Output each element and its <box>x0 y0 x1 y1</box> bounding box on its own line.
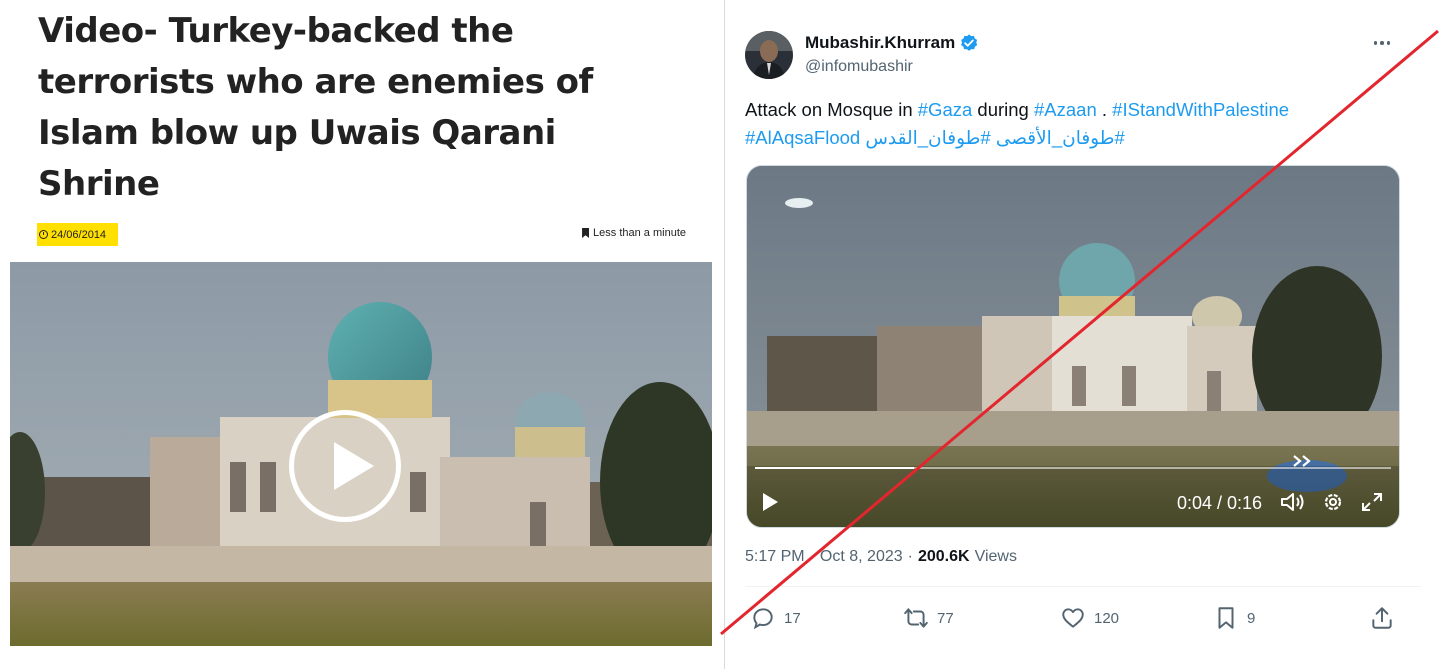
headline-line: Video- Turkey-backed the <box>38 11 514 51</box>
tweet-date[interactable]: Oct 8, 2023 <box>820 548 903 566</box>
article-video-thumbnail[interactable] <box>10 262 712 646</box>
verified-icon <box>961 34 978 51</box>
like-count: 120 <box>1094 609 1120 627</box>
bookmark-count: 9 <box>1247 609 1256 627</box>
views-count: 200.6K <box>917 548 970 565</box>
bookmark-icon <box>582 228 590 238</box>
tweet-text-part: Attack on Mosque in <box>745 99 918 120</box>
hashtag-alaqsaflood[interactable]: #AlAqsaFlood <box>745 127 860 148</box>
retweet-count: 77 <box>937 609 954 627</box>
hashtag-gaza[interactable]: #Gaza <box>918 99 973 120</box>
hashtag-arabic-aqsa[interactable]: #طوفان_الأقصى <box>996 127 1125 148</box>
avatar-image <box>745 31 793 79</box>
more-options-icon[interactable] <box>1367 35 1397 51</box>
play-icon <box>334 442 374 490</box>
tweet-video-player[interactable]: 0:04 / 0:16 <box>746 165 1400 528</box>
tweet-panel: Mubashir.Khurram @infomubashir Attack on… <box>726 0 1440 669</box>
retweet-button[interactable]: 77 <box>903 600 954 636</box>
headline-line: terrorists who are enemies of <box>38 62 593 102</box>
reply-count: 17 <box>784 609 801 627</box>
seek-forward-icon <box>1293 455 1311 467</box>
retweet-icon <box>904 608 928 628</box>
separator: · <box>907 548 913 565</box>
video-play-button[interactable] <box>289 410 401 522</box>
user-handle[interactable]: @infomubashir <box>805 58 913 76</box>
headline-line: Shrine <box>38 164 160 204</box>
headline-line: Islam blow up Uwais Qarani <box>38 113 556 153</box>
separator: · <box>809 548 815 565</box>
like-button[interactable]: 120 <box>1060 600 1119 636</box>
tweet-actions: 17 77 120 9 <box>745 600 1405 636</box>
article-date-badge: 24/06/2014 <box>37 223 119 246</box>
avatar[interactable] <box>745 31 793 79</box>
article-panel: Video- Turkey-backed the terrorists who … <box>10 0 712 669</box>
tweet-text: Attack on Mosque in #Gaza during #Azaan … <box>745 96 1385 152</box>
views-label: Views <box>974 548 1017 565</box>
play-icon[interactable] <box>763 493 778 511</box>
tweet-text-part: during <box>972 99 1034 120</box>
divider <box>745 586 1421 587</box>
fullscreen-icon[interactable] <box>1359 490 1385 514</box>
tweet-text-part: . <box>1096 99 1113 120</box>
settings-icon[interactable] <box>1320 490 1346 514</box>
reply-icon <box>753 608 773 630</box>
volume-icon[interactable] <box>1279 490 1305 514</box>
tweet-time[interactable]: 5:17 PM <box>745 548 805 566</box>
share-icon <box>1372 607 1392 629</box>
share-button[interactable] <box>1369 600 1395 636</box>
bookmark-icon <box>1218 607 1234 629</box>
tweet-timestamp: 5:17 PM · Oct 8, 2023 · 200.6K Views <box>745 548 1017 566</box>
reading-time: Less than a minute <box>582 227 686 239</box>
article-date: 24/06/2014 <box>51 228 107 241</box>
video-progress-fill <box>755 467 914 469</box>
bookmark-button[interactable]: 9 <box>1213 600 1255 636</box>
reading-time-label: Less than a minute <box>593 227 686 239</box>
panel-divider <box>724 0 725 669</box>
hashtag-arabic-quds[interactable]: #طوفان_القدس <box>865 127 990 148</box>
clock-icon <box>39 230 48 239</box>
display-name[interactable]: Mubashir.Khurram <box>805 33 979 53</box>
arabic-hashtags: #طوفان_الأقصى #طوفان_القدس <box>865 127 1124 148</box>
video-frame <box>747 166 1399 527</box>
heart-icon <box>1062 608 1084 628</box>
hashtag-istandwithpalestine[interactable]: #IStandWithPalestine <box>1112 99 1289 120</box>
display-name-text: Mubashir.Khurram <box>805 33 956 52</box>
hashtag-azaan[interactable]: #Azaan <box>1034 99 1097 120</box>
reply-button[interactable]: 17 <box>750 600 801 636</box>
article-headline: Video- Turkey-backed the terrorists who … <box>38 6 678 210</box>
video-time: 0:04 / 0:16 <box>1177 493 1263 513</box>
